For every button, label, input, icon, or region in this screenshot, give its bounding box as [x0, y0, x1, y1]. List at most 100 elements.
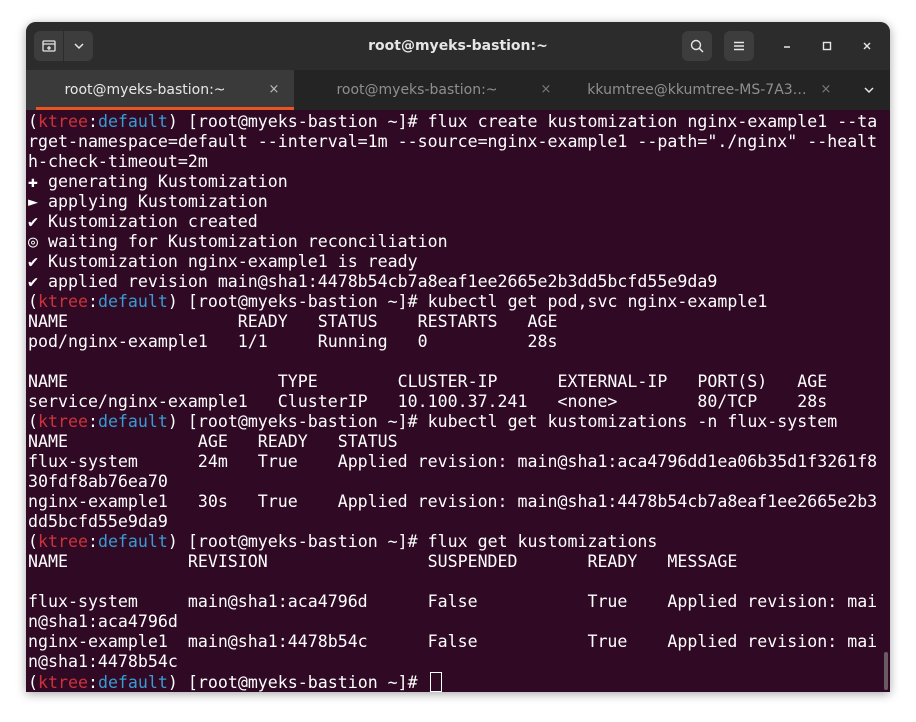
prompt-host: ) [root@myeks-bastion ~]# [167, 412, 428, 431]
output-text: ► applying Kustomization [28, 192, 268, 211]
prompt-host: ) [root@myeks-bastion ~]# [167, 292, 428, 311]
output-text: ✔ Kustomization created [28, 212, 258, 231]
close-icon [863, 42, 871, 50]
prompt-line: (ktree:default) [root@myeks-bastion ~]# [28, 672, 877, 692]
tab-label: root@myeks-bastion:~ [64, 82, 226, 98]
output-text: n@sha1:4478b54c [28, 652, 178, 671]
prompt-context: ktree [38, 412, 88, 431]
hamburger-menu-icon [734, 41, 744, 51]
output-text: n@sha1:aca4796d [28, 612, 178, 631]
output-line: ✔ applied revision main@sha1:4478b54cb7a… [28, 272, 877, 292]
tab-list-button[interactable] [848, 70, 890, 110]
search-icon [690, 39, 704, 53]
prompt-namespace: default [97, 292, 168, 311]
output-text: dd5bcfd55e9da9 [28, 512, 168, 531]
output-line: 30fdf8ab76ea70 [28, 472, 877, 492]
output-text: nginx-example1 main@sha1:4478b54c False … [28, 632, 878, 651]
new-tab-button[interactable] [34, 31, 63, 61]
command-text: flux get kustomizations [427, 532, 658, 551]
output-line: flux-system 24m True Applied revision: m… [28, 452, 877, 472]
chevron-down-icon [864, 87, 874, 94]
prompt-namespace: default [97, 112, 168, 131]
new-tab-dropdown-button[interactable] [64, 31, 93, 61]
window-title: root@myeks-bastion:~ [368, 38, 548, 54]
prompt-line: (ktree:default) [root@myeks-bastion ~]# … [28, 112, 877, 132]
output-text: ✚ generating Kustomization [28, 172, 288, 191]
output-line: NAME TYPE CLUSTER-IP EXTERNAL-IP PORT(S)… [28, 372, 877, 392]
output-text: pod/nginx-example1 1/1 Running 0 28s [28, 332, 558, 351]
tab-bar: root@myeks-bastion:~ × root@myeks-bastio… [26, 70, 890, 110]
search-button[interactable] [682, 31, 712, 61]
output-text: flux-system 24m True Applied revision: m… [28, 452, 878, 471]
command-text: flux create kustomization nginx-example1… [427, 112, 878, 131]
prompt-line: (ktree:default) [root@myeks-bastion ~]# … [28, 292, 877, 312]
prompt-separator: : [87, 673, 98, 692]
output-text: ✔ Kustomization nginx-example1 is ready [28, 252, 418, 271]
output-line: pod/nginx-example1 1/1 Running 0 28s [28, 332, 877, 352]
prompt-host: ) [root@myeks-bastion ~]# [167, 532, 428, 551]
command-text: kubectl get pod,svc nginx-example1 [427, 292, 768, 311]
terminal-text: (ktree:default) [root@myeks-bastion ~]# … [28, 112, 877, 692]
output-text: rget-namespace=default --interval=1m --s… [28, 132, 878, 151]
output-text: nginx-example1 30s True Applied revision… [28, 492, 878, 511]
output-line: nginx-example1 main@sha1:4478b54c False … [28, 632, 877, 652]
output-line: NAME REVISION SUSPENDED READY MESSAGE [28, 552, 877, 572]
title-bar[interactable]: root@myeks-bastion:~ [26, 22, 890, 70]
output-line: ✔ Kustomization created [28, 212, 877, 232]
prompt-context: ktree [38, 532, 88, 551]
prompt-namespace: default [97, 673, 168, 692]
output-line: service/nginx-example1 ClusterIP 10.100.… [28, 392, 877, 412]
output-text: flux-system main@sha1:aca4796d False Tru… [28, 592, 878, 611]
output-text: 30fdf8ab76ea70 [28, 472, 168, 491]
prompt-context: ktree [38, 112, 88, 131]
tab-close-icon[interactable]: × [816, 70, 836, 110]
output-line: NAME READY STATUS RESTARTS AGE [28, 312, 877, 332]
prompt-host: ) [root@myeks-bastion ~]# [167, 112, 428, 131]
tab-3[interactable]: kkumtree@kkumtree-MS-7A3… × [578, 70, 846, 110]
prompt-line: (ktree:default) [root@myeks-bastion ~]# … [28, 532, 877, 552]
terminal-output[interactable]: (ktree:default) [root@myeks-bastion ~]# … [26, 110, 890, 692]
tab-close-icon[interactable]: × [536, 70, 556, 110]
minimize-button[interactable] [775, 34, 799, 58]
output-line: nginx-example1 30s True Applied revision… [28, 492, 877, 512]
tab-1[interactable]: root@myeks-bastion:~ × [26, 70, 294, 110]
prompt-namespace: default [97, 412, 168, 431]
terminal-window: root@myeks-bastion:~ root@myeks-bastion:… [26, 22, 890, 692]
prompt-separator: : [87, 412, 98, 431]
new-tab-button-group [34, 31, 93, 61]
prompt-separator: : [87, 112, 98, 131]
minimize-icon [784, 46, 790, 48]
prompt-paren: ( [28, 112, 38, 131]
prompt-separator: : [87, 292, 98, 311]
prompt-host: ) [root@myeks-bastion ~]# [167, 673, 428, 692]
output-line: dd5bcfd55e9da9 [28, 512, 877, 532]
maximize-icon [822, 41, 832, 51]
output-text: ✔ applied revision main@sha1:4478b54cb7a… [28, 272, 718, 291]
output-text: NAME TYPE CLUSTER-IP EXTERNAL-IP PORT(S)… [28, 372, 828, 391]
output-line: flux-system main@sha1:aca4796d False Tru… [28, 592, 877, 612]
tab-2[interactable]: root@myeks-bastion:~ × [298, 70, 566, 110]
prompt-context: ktree [38, 673, 88, 692]
tab-close-icon[interactable]: × [264, 70, 284, 110]
output-line: rget-namespace=default --interval=1m --s… [28, 132, 877, 152]
chevron-down-icon [73, 43, 84, 50]
new-tab-icon [41, 40, 56, 52]
prompt-separator: : [87, 532, 98, 551]
menu-button[interactable] [724, 31, 754, 61]
output-line: n@sha1:aca4796d [28, 612, 877, 632]
output-line: h-check-timeout=2m [28, 152, 877, 172]
output-line: n@sha1:4478b54c [28, 652, 877, 672]
tab-label: root@myeks-bastion:~ [336, 82, 498, 98]
prompt-paren: ( [28, 673, 38, 692]
output-line: ► applying Kustomization [28, 192, 877, 212]
close-button[interactable] [855, 34, 879, 58]
prompt-paren: ( [28, 532, 38, 551]
text-cursor [429, 672, 442, 692]
output-text: ◎ waiting for Kustomization reconciliati… [28, 232, 448, 251]
prompt-line: (ktree:default) [root@myeks-bastion ~]# … [28, 412, 877, 432]
prompt-namespace: default [97, 532, 168, 551]
maximize-button[interactable] [815, 34, 839, 58]
scrollbar[interactable] [884, 652, 888, 690]
prompt-paren: ( [28, 292, 38, 311]
